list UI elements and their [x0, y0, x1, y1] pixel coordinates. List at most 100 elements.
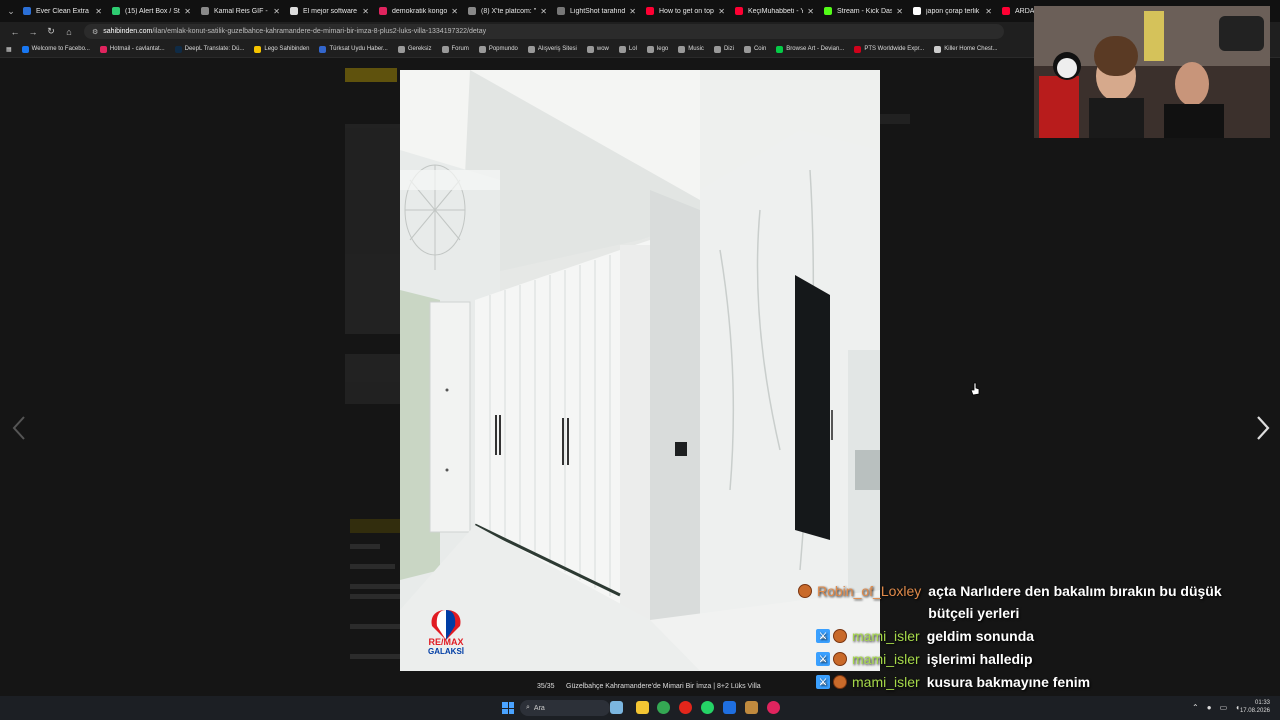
tab-favicon-icon	[557, 7, 565, 15]
tab-search-icon[interactable]: ⌄	[4, 6, 18, 17]
bookmark-label: Popmundo	[488, 46, 518, 52]
search-icon: ⌕	[526, 704, 530, 711]
browser-tab[interactable]: KeçiMuhabbeti - Yo ✕	[730, 1, 819, 21]
taskbar-clock[interactable]: 01:33 17.08.2026	[1240, 699, 1270, 715]
close-tab-icon[interactable]: ✕	[718, 7, 725, 16]
bookmark-item[interactable]: Forum	[441, 45, 469, 53]
hand-cursor-icon	[970, 382, 980, 396]
browser-tab[interactable]: Kamal Reis GIF - Fir ✕	[196, 1, 285, 21]
taskbar-search[interactable]: ⌕ Ara	[520, 700, 610, 716]
bookmark-item[interactable]: DeepL Translate: Dü...	[174, 45, 244, 53]
bookmark-icon	[174, 45, 182, 53]
clock-time: 01:33	[1254, 700, 1270, 706]
back-icon[interactable]: ←	[6, 27, 24, 37]
browser-tab[interactable]: Ever Clean Extra Str ✕	[18, 1, 107, 21]
home-icon[interactable]: ⌂	[60, 27, 78, 37]
tab-title: demokratik kongo	[392, 7, 448, 15]
chat-username[interactable]: mami_isler	[852, 648, 920, 670]
close-tab-icon[interactable]: ✕	[896, 7, 903, 16]
chat-message: ⚔ mami_isler işlerimi halledip	[798, 648, 1268, 670]
bookmark-item[interactable]: Popmundo	[478, 45, 518, 53]
chat-badges: ⚔	[816, 625, 847, 647]
bookmark-item[interactable]: Killer Home Chest...	[934, 45, 998, 53]
close-tab-icon[interactable]: ✕	[451, 7, 458, 16]
chrome-icon[interactable]	[657, 701, 670, 714]
bookmark-icon	[586, 45, 594, 53]
app-icon[interactable]	[745, 701, 758, 714]
tab-favicon-icon	[290, 7, 298, 15]
microphone-icon[interactable]: ●	[1207, 703, 1212, 712]
chat-username[interactable]: mami_isler	[852, 671, 920, 693]
file-explorer-icon[interactable]	[636, 701, 649, 714]
bookmark-icon	[646, 45, 654, 53]
close-tab-icon[interactable]: ✕	[273, 7, 280, 16]
bookmark-item[interactable]: Gereksiz	[397, 45, 432, 53]
bookmark-label: Türksat Uydu Haber...	[329, 46, 388, 52]
bookmark-label: Killer Home Chest...	[944, 46, 998, 52]
url-host: sahibinden.com	[103, 28, 153, 35]
app-icon[interactable]	[767, 701, 780, 714]
bookmark-item[interactable]: Dizi	[713, 45, 734, 53]
bookmark-item[interactable]: Welcome to Facebo...	[21, 45, 90, 53]
browser-tab[interactable]: How to get on top ✕	[641, 1, 730, 21]
remax-brand: RE/MAX	[428, 637, 464, 647]
chat-username[interactable]: mami_isler	[852, 625, 920, 647]
chevron-up-icon[interactable]: ⌃	[1192, 703, 1199, 712]
browser-tab[interactable]: (15) Alert Box / Stre ✕	[107, 1, 196, 21]
tab-favicon-icon	[735, 7, 743, 15]
bookmark-item[interactable]: Hotmail - cavlantat...	[99, 45, 165, 53]
opera-icon[interactable]	[679, 701, 692, 714]
listing-text-line	[350, 564, 395, 569]
bookmark-item[interactable]: Lol	[618, 45, 637, 53]
close-tab-icon[interactable]: ✕	[184, 7, 191, 16]
bookmark-item[interactable]: Browse Art - Devian...	[776, 45, 844, 53]
close-tab-icon[interactable]: ✕	[540, 7, 547, 16]
chat-message: ⚔ mami_isler kusura bakmayıne fenim	[798, 671, 1268, 693]
tab-favicon-icon	[379, 7, 387, 15]
browser-tab[interactable]: Stream - Kick Dash ✕	[819, 1, 908, 21]
close-tab-icon[interactable]: ✕	[95, 7, 102, 16]
bookmark-label: Welcome to Facebo...	[31, 46, 90, 52]
listing-photo-thumb	[345, 354, 400, 404]
close-tab-icon[interactable]: ✕	[985, 7, 992, 16]
close-tab-icon[interactable]: ✕	[807, 7, 814, 16]
reload-icon[interactable]: ↻	[42, 26, 60, 37]
tab-list: Ever Clean Extra Str✕(15) Alert Box / St…	[18, 1, 1086, 21]
apps-grid-icon[interactable]: ▦	[6, 46, 12, 53]
close-tab-icon[interactable]: ✕	[629, 7, 636, 16]
bookmark-item[interactable]: Lego Sahibinden	[254, 45, 309, 53]
close-tab-icon[interactable]: ✕	[362, 7, 369, 16]
browser-tab[interactable]: (8) X'te platcom: "D ✕	[463, 1, 552, 21]
site-info-icon[interactable]: ⚙	[92, 28, 98, 36]
stream-chat-overlay: Robin_of_Loxley açta Narlıdere den bakalı…	[798, 580, 1268, 694]
widgets-icon[interactable]	[610, 701, 623, 714]
listing-text-line	[350, 654, 400, 659]
bookmark-item[interactable]: Alışveriş Sitesi	[527, 45, 577, 53]
browser-tab[interactable]: japon çorap terlik ✕	[908, 1, 997, 21]
webcam-feed	[1034, 6, 1270, 138]
bookmark-item[interactable]: wow	[586, 45, 609, 53]
bookmark-item[interactable]: lego	[646, 45, 668, 53]
forward-icon[interactable]: →	[24, 27, 42, 37]
browser-tab[interactable]: LightShot tarafında ✕	[552, 1, 641, 21]
bookmark-item[interactable]: Music	[678, 45, 704, 53]
chat-text: geldim sonunda	[926, 628, 1035, 644]
tab-title: (15) Alert Box / Stre	[125, 7, 181, 15]
whatsapp-icon[interactable]	[701, 701, 714, 714]
bookmark-item[interactable]: Coin	[743, 45, 766, 53]
next-photo-icon[interactable]	[1250, 413, 1274, 443]
browser-tab[interactable]: demokratik kongo ✕	[374, 1, 463, 21]
bookmark-item[interactable]: Türksat Uydu Haber...	[319, 45, 388, 53]
basketball-badge-icon	[833, 675, 847, 689]
start-menu-icon[interactable]	[502, 702, 514, 714]
app-icon[interactable]	[723, 701, 736, 714]
network-icon[interactable]: ▭	[1220, 703, 1228, 712]
url-field[interactable]: ⚙ sahibinden.com /ilan/emlak-konut-satil…	[84, 24, 1004, 39]
previous-photo-icon[interactable]	[8, 413, 32, 443]
chat-username[interactable]: Robin_of_Loxley	[817, 580, 921, 602]
listing-text-line	[350, 584, 400, 589]
bookmark-item[interactable]: PTS Worldwide Expr...	[854, 45, 924, 53]
chat-badges	[798, 580, 812, 602]
tab-title: japon çorap terlik	[926, 7, 980, 15]
browser-tab[interactable]: El mejor software p ✕	[285, 1, 374, 21]
